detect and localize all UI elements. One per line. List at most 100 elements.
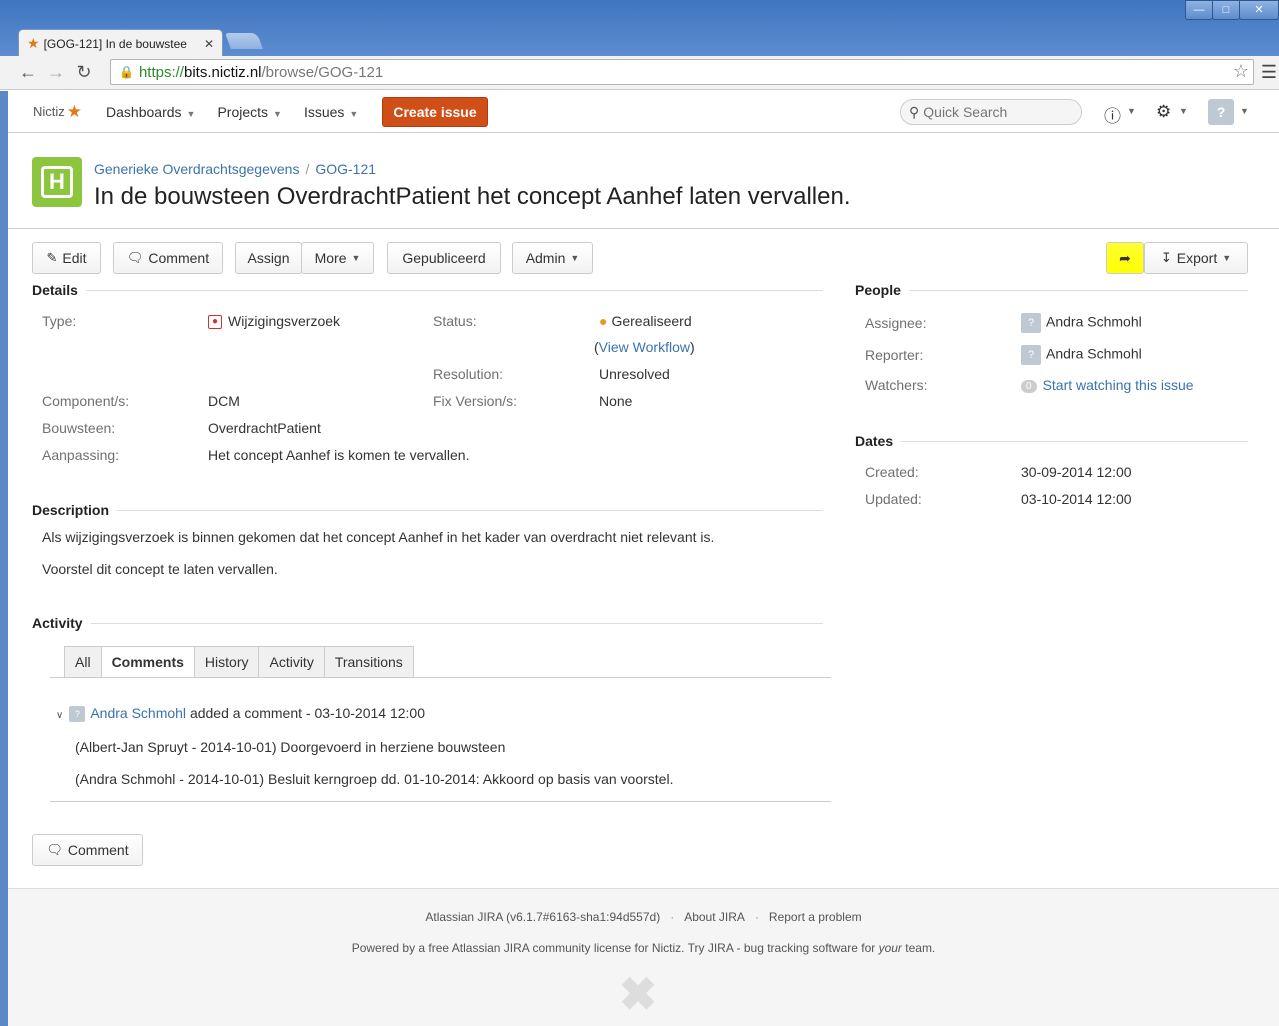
powered-by: Powered by a free Atlassian JIRA communi… xyxy=(8,941,1279,955)
footer-separator: · xyxy=(670,910,675,924)
watchers-count-badge: 0 xyxy=(1021,379,1037,393)
assignee-value: ? Andra Schmohl xyxy=(1021,313,1142,333)
share-button[interactable]: ➦ xyxy=(1106,242,1144,274)
gear-icon[interactable]: ⚙ xyxy=(1156,102,1171,122)
activity-heading: Activity xyxy=(32,615,823,631)
description-paragraph-2: Voorstel dit concept te laten vervallen. xyxy=(42,561,278,577)
view-workflow-link[interactable]: View Workflow xyxy=(599,339,690,355)
add-comment-button-label: Comment xyxy=(67,842,129,858)
help-icon[interactable]: ⓘ xyxy=(1104,102,1121,127)
tab-history[interactable]: History xyxy=(193,646,259,678)
powered-by-emphasis: your xyxy=(878,941,902,955)
divider xyxy=(50,677,831,678)
edit-button[interactable]: ✎ Edit xyxy=(32,242,101,274)
close-tab-icon[interactable]: ✕ xyxy=(204,37,214,51)
breadcrumb-project-link[interactable]: Generieke Overdrachtsgegevens xyxy=(94,161,299,177)
logo-text: Nictiz xyxy=(33,104,65,119)
about-jira-link[interactable]: About JIRA xyxy=(684,910,745,924)
tab-title: [GOG-121] In de bouwstee xyxy=(43,36,187,51)
browser-menu-icon[interactable]: ☰ xyxy=(1261,62,1277,83)
divider xyxy=(85,289,823,291)
nav-issues[interactable]: Issues ▼ xyxy=(304,104,358,120)
comment-line-2: (Andra Schmohl - 2014-10-01) Besluit ker… xyxy=(75,771,674,787)
browser-window: ★ [GOG-121] In de bouwstee ✕ — □ ✕ ← → ↻… xyxy=(0,0,1279,90)
jira-header: Nictiz ★ Dashboards ▼ Projects ▼ Issues ▼ C… xyxy=(8,91,1279,133)
tab-comments[interactable]: Comments xyxy=(100,646,194,678)
browser-tab[interactable]: ★ [GOG-121] In de bouwstee ✕ xyxy=(18,29,223,57)
aanpassing-value: Het concept Aanhef is komen te vervallen… xyxy=(208,447,470,463)
component-link[interactable]: DCM xyxy=(208,393,240,409)
tab-all[interactable]: All xyxy=(64,646,101,678)
details-heading-label: Details xyxy=(32,282,78,298)
fix-version-value: None xyxy=(599,393,633,409)
nav-dashboards-label: Dashboards xyxy=(106,103,182,120)
close-window-icon[interactable]: ✕ xyxy=(1239,0,1279,20)
assign-button[interactable]: Assign xyxy=(235,242,302,274)
fix-version-label: Fix Version/s: xyxy=(433,393,518,409)
powered-by-suffix: team. xyxy=(901,941,936,955)
forward-arrow-icon[interactable]: → xyxy=(42,62,70,83)
add-comment-button[interactable]: 🗨 Comment xyxy=(32,834,143,866)
new-tab-button[interactable] xyxy=(225,33,263,49)
caret-down-icon[interactable]: ▼ xyxy=(1179,106,1188,116)
report-problem-link[interactable]: Report a problem xyxy=(769,910,862,924)
admin-button[interactable]: Admin ▼ xyxy=(512,242,593,274)
create-issue-button[interactable]: Create issue xyxy=(382,96,488,127)
chevron-down-icon[interactable]: ∨ xyxy=(56,710,63,721)
user-avatar[interactable]: ? xyxy=(1208,99,1234,125)
back-arrow-icon[interactable]: ← xyxy=(14,62,42,83)
pencil-icon: ✎ xyxy=(46,250,58,265)
tab-strip: ★ [GOG-121] In de bouwstee ✕ — □ ✕ xyxy=(0,0,1279,57)
bouwsteen-label: Bouwsteen: xyxy=(42,420,116,436)
more-button[interactable]: More ▼ xyxy=(301,242,374,274)
resolution-label: Resolution: xyxy=(433,366,504,382)
bookmark-star-icon[interactable]: ☆ xyxy=(1233,61,1249,82)
comment-author-link[interactable]: Andra Schmohl xyxy=(90,705,186,721)
watchers-value: 0 Start watching this issue xyxy=(1021,377,1194,393)
address-bar[interactable]: 🔒 https:// bits.nictiz.nl /browse/GOG-12… xyxy=(110,59,1254,85)
caret-down-icon[interactable]: ▼ xyxy=(1240,106,1249,116)
dates-heading-label: Dates xyxy=(855,433,894,449)
reporter-value: ? Andra Schmohl xyxy=(1021,345,1142,365)
resolution-value: Unresolved xyxy=(599,366,670,382)
project-avatar-letter: H xyxy=(41,166,73,198)
tab-transitions[interactable]: Transitions xyxy=(323,646,414,678)
comment-button[interactable]: 🗨 Comment xyxy=(113,242,223,274)
browser-toolbar: ← → ↻ 🔒 https:// bits.nictiz.nl /browse/… xyxy=(0,56,1279,90)
maximize-icon[interactable]: □ xyxy=(1212,0,1240,20)
created-value: 30-09-2014 12:00 xyxy=(1021,464,1132,480)
lock-icon: 🔒 xyxy=(119,65,134,79)
quick-search[interactable]: ⚲ xyxy=(900,99,1082,125)
speech-bubble-icon: 🗨 xyxy=(46,842,63,857)
nictiz-logo[interactable]: Nictiz ★ xyxy=(33,102,82,122)
comment-meta: added a comment - 03-10-2014 12:00 xyxy=(189,705,425,721)
admin-button-label: Admin xyxy=(525,250,566,266)
export-button[interactable]: ↧ Export ▼ xyxy=(1144,242,1248,274)
comment-header: ∨? Andra Schmohl added a comment - 03-10-… xyxy=(56,705,425,723)
details-heading: Details xyxy=(32,282,823,298)
divider xyxy=(908,289,1248,291)
tab-activity[interactable]: Activity xyxy=(258,646,324,678)
view-workflow: (View Workflow) xyxy=(594,339,695,355)
start-watching-link[interactable]: Start watching this issue xyxy=(1043,377,1194,393)
quick-search-input[interactable] xyxy=(923,104,1064,120)
description-heading-label: Description xyxy=(32,502,110,518)
minimize-icon[interactable]: — xyxy=(1185,0,1213,20)
reload-icon[interactable]: ↻ xyxy=(70,62,98,83)
project-avatar[interactable]: H xyxy=(32,157,82,207)
assignee-avatar: ? xyxy=(1021,313,1041,333)
search-icon: ⚲ xyxy=(909,103,920,120)
share-icon: ➦ xyxy=(1119,249,1131,266)
nav-dashboards[interactable]: Dashboards ▼ xyxy=(106,104,195,120)
caret-down-icon: ▼ xyxy=(351,253,361,263)
export-button-label: Export xyxy=(1176,250,1218,266)
window-controls: — □ ✕ xyxy=(1185,0,1279,22)
gepubliceerd-button[interactable]: Gepubliceerd xyxy=(387,242,501,274)
issue-header: H Generieke Overdrachtsgegevens / GOG-121 … xyxy=(8,133,1279,229)
caret-down-icon[interactable]: ▼ xyxy=(1127,106,1136,116)
nav-projects[interactable]: Projects ▼ xyxy=(217,104,282,120)
page-content: ▲ Nictiz ★ Dashboards▼ Projects▼ Issues▼… xyxy=(0,91,1279,1026)
reporter-name: Andra Schmohl xyxy=(1046,345,1142,362)
updated-label: Updated: xyxy=(865,491,922,507)
breadcrumb-issue-key-link[interactable]: GOG-121 xyxy=(315,161,376,177)
